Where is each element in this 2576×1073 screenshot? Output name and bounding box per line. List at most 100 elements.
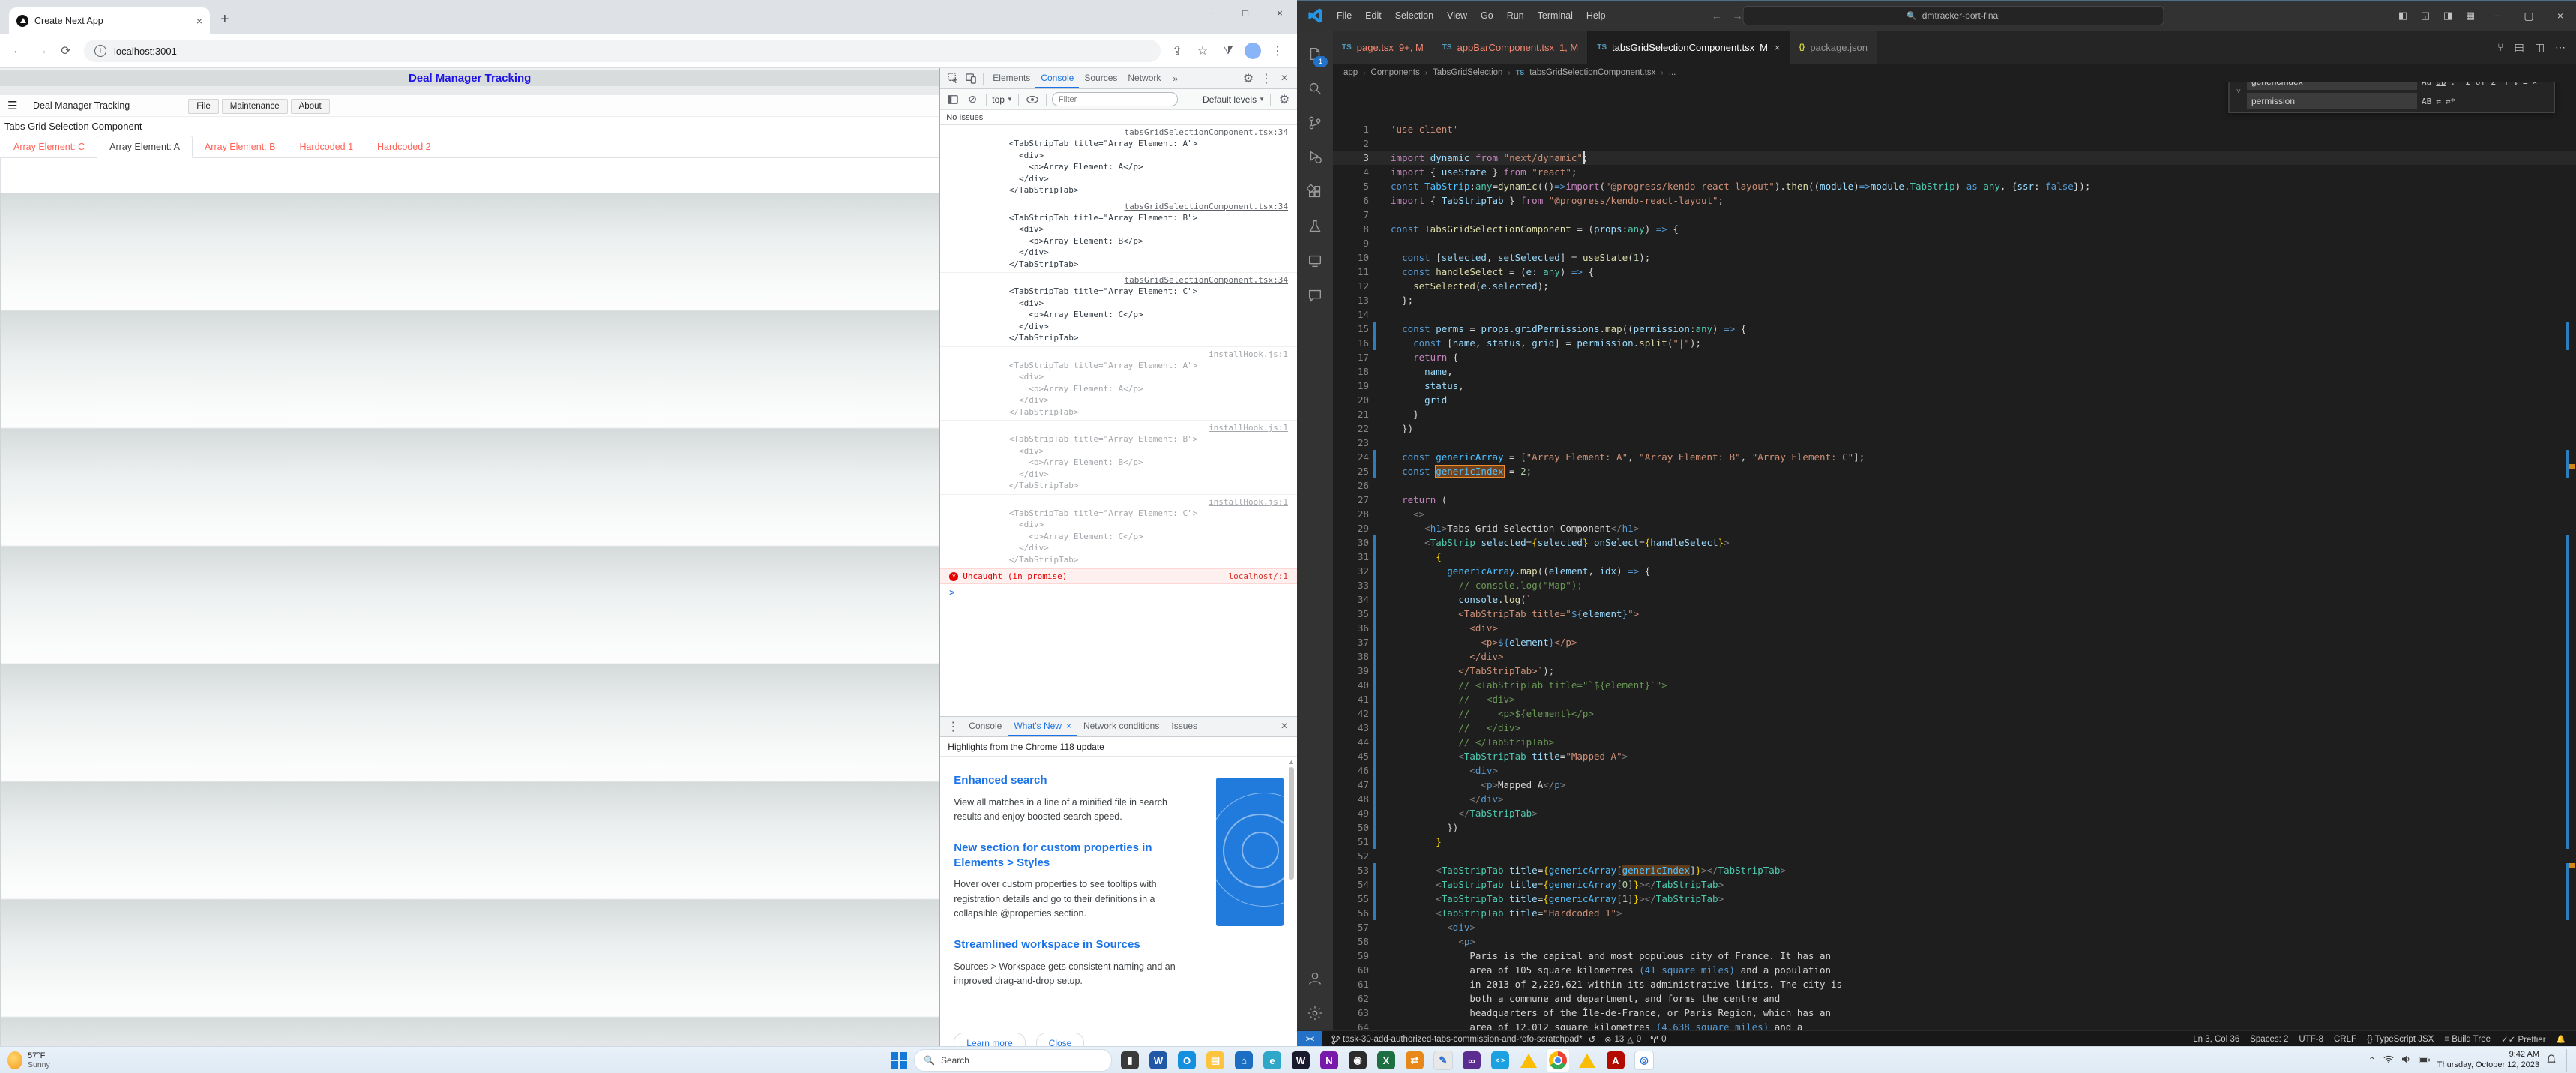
- menu-run[interactable]: Run: [1500, 10, 1531, 21]
- taskbar-icon-acrobat[interactable]: A: [1604, 1049, 1627, 1072]
- code-line[interactable]: 62 both a commune and department, and fo…: [1333, 991, 2576, 1006]
- whats-new-learn-more-button[interactable]: Learn more: [954, 1033, 1025, 1046]
- code-line[interactable]: 26: [1333, 478, 2576, 493]
- status-build-tree[interactable]: ≡ Build Tree: [2444, 1035, 2491, 1044]
- breadcrumb[interactable]: app›Components›TabsGridSelection›TStabsG…: [1333, 64, 2576, 82]
- start-button[interactable]: [891, 1052, 907, 1069]
- find-in-selection-icon[interactable]: ≡: [2523, 82, 2528, 89]
- taskbar-icon-visual-studio[interactable]: ∞: [1460, 1049, 1483, 1072]
- whats-new-section-title[interactable]: Enhanced search: [954, 773, 1185, 788]
- replace-icon[interactable]: ⇄: [2436, 94, 2441, 109]
- ports-item[interactable]: 0: [1650, 1035, 1666, 1044]
- overview-ruler[interactable]: [2566, 82, 2576, 1030]
- console-prompt[interactable]: >: [940, 584, 1297, 601]
- console-source-link[interactable]: installHook.js:1: [949, 349, 1288, 360]
- taskbar-icon-edge[interactable]: e: [1261, 1049, 1284, 1072]
- devtools-tab-elements[interactable]: Elements: [987, 68, 1035, 87]
- vscode-minimize-button[interactable]: −: [2482, 1, 2513, 31]
- activity-files-icon[interactable]: 1: [1297, 37, 1333, 71]
- browser-menu-icon[interactable]: ⋮: [1269, 40, 1287, 61]
- activity-remote-icon[interactable]: [1297, 244, 1333, 278]
- editor-more-actions-icon[interactable]: ⋯: [2555, 41, 2566, 54]
- code-line[interactable]: 39 </TabStripTab>`);: [1333, 664, 2576, 678]
- taskbar-icon-power-automate[interactable]: ⇄: [1403, 1049, 1426, 1072]
- activity-beaker-icon[interactable]: [1297, 209, 1333, 244]
- menu-file[interactable]: File: [1330, 10, 1358, 21]
- code-line[interactable]: 13 };: [1333, 293, 2576, 307]
- activity-account-icon[interactable]: [1297, 961, 1333, 996]
- taskbar-icon-google-drive[interactable]: [1517, 1049, 1540, 1072]
- code-line[interactable]: 33 // console.log("Map");: [1333, 578, 2576, 592]
- code-line[interactable]: 1'use client': [1333, 122, 2576, 136]
- drawer-tab-console[interactable]: Console: [963, 717, 1008, 735]
- issues-counter[interactable]: No Issues: [940, 110, 1297, 125]
- forward-icon[interactable]: →: [31, 40, 52, 61]
- kendo-tab[interactable]: Array Element: B: [193, 136, 287, 157]
- drawer-menu-icon[interactable]: ⋮: [945, 719, 961, 734]
- code-line[interactable]: 25 const genericIndex = 2;: [1333, 464, 2576, 478]
- toggle-sidebar-icon[interactable]: ◧: [2392, 10, 2414, 22]
- inspect-element-icon[interactable]: [945, 71, 961, 86]
- devtools-settings-icon[interactable]: ⚙: [1240, 71, 1257, 86]
- code-line[interactable]: 27 return (: [1333, 493, 2576, 507]
- code-line[interactable]: 30 <TabStrip selected={selected} onSelec…: [1333, 535, 2576, 550]
- devtools-menu-icon[interactable]: ⋮: [1258, 71, 1275, 86]
- taskbar-icon-media-player[interactable]: ◉: [1346, 1049, 1369, 1072]
- taskbar-icon-drive[interactable]: [1576, 1049, 1598, 1072]
- code-line[interactable]: 46 <div>: [1333, 763, 2576, 778]
- devtools-tab-console[interactable]: Console: [1035, 68, 1079, 88]
- code-line[interactable]: 50 }): [1333, 820, 2576, 835]
- log-levels-selector[interactable]: Default levels▼: [1203, 94, 1265, 105]
- context-selector[interactable]: top▼: [992, 94, 1013, 105]
- taskbar-icon-microsoft-store[interactable]: ⌂: [1233, 1049, 1255, 1072]
- menu-terminal[interactable]: Terminal: [1531, 10, 1580, 21]
- code-line[interactable]: 59 Paris is the capital and most populou…: [1333, 949, 2576, 963]
- taskbar-icon-excel[interactable]: X: [1375, 1049, 1397, 1072]
- console-log-entry[interactable]: installHook.js:1 <TabStripTab title="Arr…: [940, 347, 1297, 421]
- code-line[interactable]: 49 </TabStripTab>: [1333, 806, 2576, 820]
- console-log-entry[interactable]: tabsGridSelectionComponent.tsx:34 <TabSt…: [940, 125, 1297, 199]
- find-previous-icon[interactable]: ↑: [2504, 82, 2509, 89]
- console-log-entry[interactable]: tabsGridSelectionComponent.tsx:34 <TabSt…: [940, 199, 1297, 274]
- code-line[interactable]: 8const TabsGridSelectionComponent = (pro…: [1333, 222, 2576, 236]
- console-source-link[interactable]: tabsGridSelectionComponent.tsx:34: [949, 274, 1288, 286]
- code-line[interactable]: 11 const handleSelect = (e: any) => {: [1333, 265, 2576, 279]
- code-line[interactable]: 10 const [selected, setSelected] = useSt…: [1333, 250, 2576, 265]
- match-case-icon[interactable]: Aa: [2422, 82, 2431, 89]
- console-filter-input[interactable]: [1052, 92, 1178, 106]
- taskbar-clock[interactable]: 9:42 AM Thursday, October 12, 2023: [2437, 1050, 2539, 1071]
- code-line[interactable]: 35 <TabStripTab title="${element}">: [1333, 607, 2576, 621]
- whats-new-section-title[interactable]: Streamlined workspace in Sources: [954, 937, 1185, 952]
- code-line[interactable]: 57 <div>: [1333, 920, 2576, 934]
- breadcrumb-item[interactable]: ...: [1669, 68, 1676, 77]
- code-line[interactable]: 7: [1333, 208, 2576, 222]
- find-input[interactable]: [2247, 82, 2417, 90]
- device-toolbar-icon[interactable]: [963, 71, 979, 86]
- code-line[interactable]: 34 console.log(`: [1333, 592, 2576, 607]
- editor-tab-page.tsx[interactable]: TSpage.tsx9+, M: [1333, 31, 1433, 64]
- taskbar-icon-word[interactable]: W: [1147, 1049, 1170, 1072]
- wifi-icon[interactable]: [2383, 1055, 2394, 1066]
- url-text[interactable]: localhost:3001: [114, 46, 177, 57]
- editor-tab-close-icon[interactable]: ×: [1775, 42, 1781, 53]
- status-utf-8[interactable]: UTF-8: [2299, 1035, 2323, 1044]
- taskbar-icon-chrome[interactable]: [1546, 1048, 1570, 1072]
- back-icon[interactable]: ←: [7, 40, 28, 61]
- code-line[interactable]: 41 // <div>: [1333, 692, 2576, 706]
- code-line[interactable]: 64 area of 12,012 square kilometres (4,6…: [1333, 1020, 2576, 1030]
- breadcrumb-item[interactable]: Components: [1371, 68, 1420, 77]
- menu-view[interactable]: View: [1440, 10, 1474, 21]
- share-icon[interactable]: ⇪: [1168, 40, 1186, 61]
- taskbar-search[interactable]: 🔍Search: [914, 1049, 1112, 1072]
- code-line[interactable]: 55 <TabStripTab title={genericArray[1]}>…: [1333, 892, 2576, 906]
- devtools-tab-network[interactable]: Network: [1122, 68, 1166, 87]
- nav-back-icon[interactable]: ←: [1712, 10, 1722, 22]
- console-log-entry[interactable]: installHook.js:1 <TabStripTab title="Arr…: [940, 421, 1297, 495]
- console-log-entry[interactable]: tabsGridSelectionComponent.tsx:34 <TabSt…: [940, 273, 1297, 347]
- code-line[interactable]: 24 const genericArray = ["Array Element:…: [1333, 450, 2576, 464]
- live-expression-eye-icon[interactable]: [1024, 92, 1041, 107]
- address-bar[interactable]: i localhost:3001: [84, 40, 1161, 62]
- code-line[interactable]: 54 <TabStripTab title={genericArray[0]}>…: [1333, 877, 2576, 892]
- toggle-panel-icon[interactable]: ◱: [2414, 10, 2437, 22]
- whole-word-icon[interactable]: ab: [2436, 82, 2446, 89]
